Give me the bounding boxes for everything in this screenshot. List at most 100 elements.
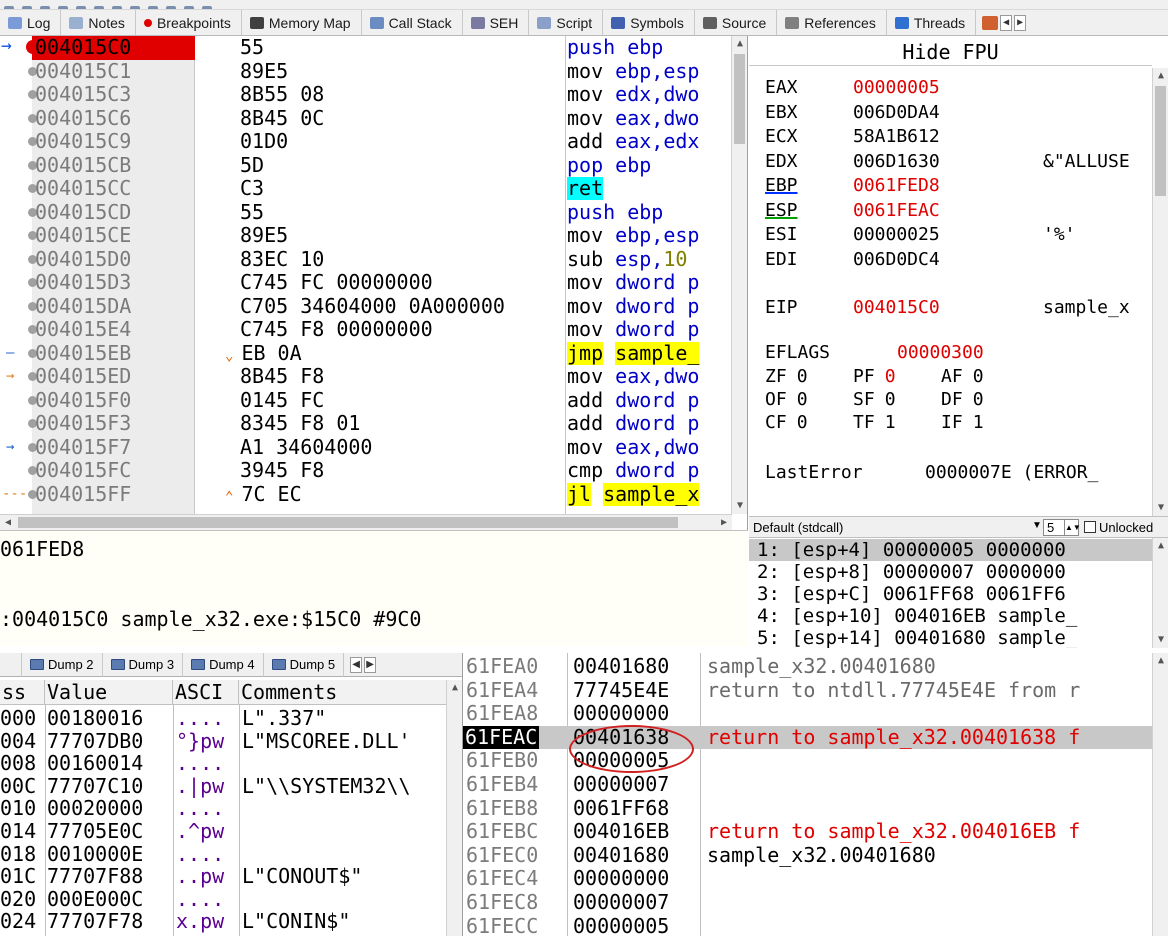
- register-row-eip[interactable]: EIP 004015C0 sample_x: [765, 296, 1130, 320]
- dump-view[interactable]: ss Value ASCI Comments 000 00180016.... L"…: [0, 677, 462, 936]
- tab-breakpoints[interactable]: Breakpoints: [136, 10, 242, 35]
- tab-memory-map[interactable]: Memory Map: [242, 10, 362, 35]
- register-value[interactable]: 58A1B612: [853, 125, 1043, 149]
- tab-dump-2[interactable]: Dump 2: [22, 652, 103, 677]
- tab-source[interactable]: Source: [695, 10, 778, 35]
- disasm-row[interactable]: 004015DA C705 34604000 0A000000 mov dword …: [0, 294, 732, 319]
- stack-view[interactable]: 61FEA0 00401680 sample_x32.00401680 61FEA4 7…: [462, 653, 1168, 936]
- scroll-up-icon[interactable]: ▲: [732, 36, 747, 52]
- disasm-row[interactable]: → 004015F7 A1 34604000 mov eax,dwo: [0, 435, 732, 460]
- flag-tf[interactable]: TF 1: [853, 411, 941, 435]
- stack-row[interactable]: 61FEB8 0061FF68: [463, 796, 1153, 821]
- register-value[interactable]: 00000025: [853, 223, 1043, 247]
- argument-row[interactable]: 5: [esp+14] 00401680 sample_: [757, 627, 1077, 648]
- disasm-row[interactable]: — 004015EB ⌄ EB 0A jmp sample_: [0, 341, 732, 366]
- scroll-thumb[interactable]: [18, 517, 678, 528]
- register-value[interactable]: 006D1630: [853, 150, 1043, 174]
- column-header-comments[interactable]: Comments: [239, 680, 446, 705]
- flag-af[interactable]: AF 0: [941, 365, 1029, 389]
- scroll-right-icon[interactable]: ▶: [364, 656, 377, 673]
- stack-row[interactable]: 61FEA0 00401680 sample_x32.00401680: [463, 654, 1153, 679]
- tab-dump-3[interactable]: Dump 3: [103, 652, 184, 677]
- dump-tab-partial[interactable]: [0, 652, 22, 677]
- dump-row[interactable]: 000 00180016.... L".337": [0, 707, 446, 729]
- disasm-row[interactable]: 004015C9 01D0 add eax,edx: [0, 129, 732, 154]
- disasm-row[interactable]: 004015CD 55 push ebp: [0, 200, 732, 225]
- stack-row[interactable]: 61FEB4 00000007: [463, 772, 1153, 797]
- register-value[interactable]: 004015C0: [853, 296, 1043, 320]
- tab-log[interactable]: Log: [0, 10, 62, 35]
- arguments-panel[interactable]: 1: [esp+4] 00000005 0000000 2: [esp+8] 00…: [749, 538, 1168, 648]
- tab-references[interactable]: References: [777, 10, 887, 35]
- scroll-up-icon[interactable]: ▲: [1153, 653, 1168, 669]
- tab-script[interactable]: Script: [529, 10, 604, 35]
- disasm-row[interactable]: --- 004015FF ⌃ 7C EC jl sample_x: [0, 482, 732, 507]
- scroll-down-icon[interactable]: ▼: [732, 498, 747, 514]
- register-row-eax[interactable]: EAX 00000005: [765, 76, 1043, 100]
- stack-row[interactable]: 61FEA8 00000000: [463, 702, 1153, 726]
- disasm-row[interactable]: 004015C1 89E5 mov ebp,esp: [0, 59, 732, 84]
- stack-row[interactable]: 61FECC 00000005: [463, 914, 1153, 936]
- register-row-ebp[interactable]: EBP 0061FED8: [765, 174, 1043, 198]
- disassembly-horizontal-scrollbar[interactable]: ◀ ▶: [0, 514, 732, 530]
- argument-row[interactable]: 2: [esp+8] 00000007 0000000: [757, 561, 1066, 583]
- more-tabs-icon[interactable]: [982, 15, 999, 30]
- register-value[interactable]: 0061FED8: [853, 174, 1043, 198]
- dump-row[interactable]: 014 77705E0C .^pw: [0, 820, 446, 842]
- registers-panel[interactable]: Hide FPU EAX 00000005 EBX 006D0DA4 ECX 58A1B6…: [749, 36, 1168, 516]
- register-value[interactable]: 006D0DC4: [853, 248, 1043, 272]
- register-row-esi[interactable]: ESI 00000025 '%': [765, 223, 1076, 247]
- disasm-row[interactable]: 004015CC C3 ret: [0, 176, 732, 201]
- disasm-row[interactable]: 004015CB 5D pop ebp: [0, 153, 732, 178]
- flag-sf[interactable]: SF 0: [853, 388, 941, 412]
- register-row-lasterror[interactable]: LastError 0000007E (ERROR_: [765, 461, 1098, 485]
- dump-row[interactable]: 01C 77707F88 ..pw L"CONOUT$": [0, 865, 446, 887]
- disassembly-view[interactable]: → 004015C0 55 push ebp 004015C1 89E5 mov ebp,e…: [0, 36, 748, 530]
- column-header-ascii[interactable]: ASCI: [173, 680, 239, 705]
- tab-symbols[interactable]: Symbols: [603, 10, 695, 35]
- registers-vertical-scrollbar[interactable]: ▲ ▼: [1152, 68, 1168, 516]
- disasm-row[interactable]: 004015C6 8B45 0C mov eax,dwo: [0, 106, 732, 131]
- dump-row[interactable]: 00C 77707C10 .|pw L"\\SYSTEM32\\: [0, 775, 446, 797]
- dump-row[interactable]: 024 77707F78 x.pw L"CONIN$": [0, 910, 446, 932]
- scroll-right-icon[interactable]: ▶: [716, 515, 732, 530]
- disassembly-vertical-scrollbar[interactable]: ▲ ▼: [731, 36, 747, 514]
- flag-of[interactable]: OF 0: [765, 388, 853, 412]
- flag-zf[interactable]: ZF 0: [765, 365, 853, 389]
- scroll-up-icon[interactable]: ▲: [1153, 538, 1168, 554]
- scroll-thumb[interactable]: [734, 54, 745, 144]
- arg-count-spinner[interactable]: 5 ▲▼: [1043, 519, 1081, 536]
- stack-vertical-scrollbar[interactable]: ▲: [1152, 653, 1168, 936]
- tab-call-stack[interactable]: Call Stack: [362, 10, 463, 35]
- scroll-left-icon[interactable]: ◀: [1000, 14, 1013, 31]
- arguments-vertical-scrollbar[interactable]: ▲ ▼: [1152, 538, 1168, 648]
- chevron-down-icon[interactable]: ▼: [1032, 520, 1042, 531]
- column-header-address[interactable]: ss: [0, 680, 45, 705]
- register-row-ebx[interactable]: EBX 006D0DA4: [765, 101, 1043, 125]
- register-row-edi[interactable]: EDI 006D0DC4: [765, 248, 1043, 272]
- scroll-down-icon[interactable]: ▼: [1153, 500, 1168, 516]
- tab-dump-4[interactable]: Dump 4: [183, 652, 264, 677]
- flag-if[interactable]: IF 1: [941, 411, 1029, 435]
- argument-row[interactable]: 3: [esp+C] 0061FF68 0061FF6: [757, 583, 1066, 605]
- disasm-row[interactable]: → 004015C0 55 push ebp: [0, 36, 732, 60]
- scroll-left-icon[interactable]: ◀: [350, 656, 363, 673]
- register-row-edx[interactable]: EDX 006D1630 &"ALLUSE: [765, 150, 1130, 174]
- register-value[interactable]: 00000300: [897, 342, 984, 363]
- dump-row[interactable]: 008 00160014....: [0, 752, 446, 774]
- unlocked-checkbox[interactable]: [1084, 521, 1096, 533]
- column-header-value[interactable]: Value: [45, 680, 173, 705]
- disasm-row[interactable]: → 004015ED 8B45 F8 mov eax,dwo: [0, 364, 732, 389]
- flag-cf[interactable]: CF 0: [765, 411, 853, 435]
- register-value[interactable]: 00000005: [853, 76, 1043, 100]
- stack-row[interactable]: 61FEC4 00000000: [463, 867, 1153, 891]
- dump-row[interactable]: 004 77707DB0 °}pw L"MSCOREE.DLL': [0, 730, 446, 752]
- dump-row[interactable]: 018 0010000E....: [0, 843, 446, 865]
- disasm-row[interactable]: 004015F0 0145 FC add dword p: [0, 388, 732, 413]
- disasm-row[interactable]: 004015FC 3945 F8 cmp dword p: [0, 458, 732, 483]
- hide-fpu-button[interactable]: Hide FPU: [749, 38, 1152, 66]
- dump-row[interactable]: 010 00020000....: [0, 797, 446, 819]
- stack-row[interactable]: 61FEBC 004016EB return to sample_x32.00401…: [463, 820, 1153, 844]
- stack-row[interactable]: 61FEAC 00401638 return to sample_x32.00401…: [463, 725, 1153, 750]
- stack-row[interactable]: 61FEC0 00401680 sample_x32.00401680: [463, 843, 1153, 868]
